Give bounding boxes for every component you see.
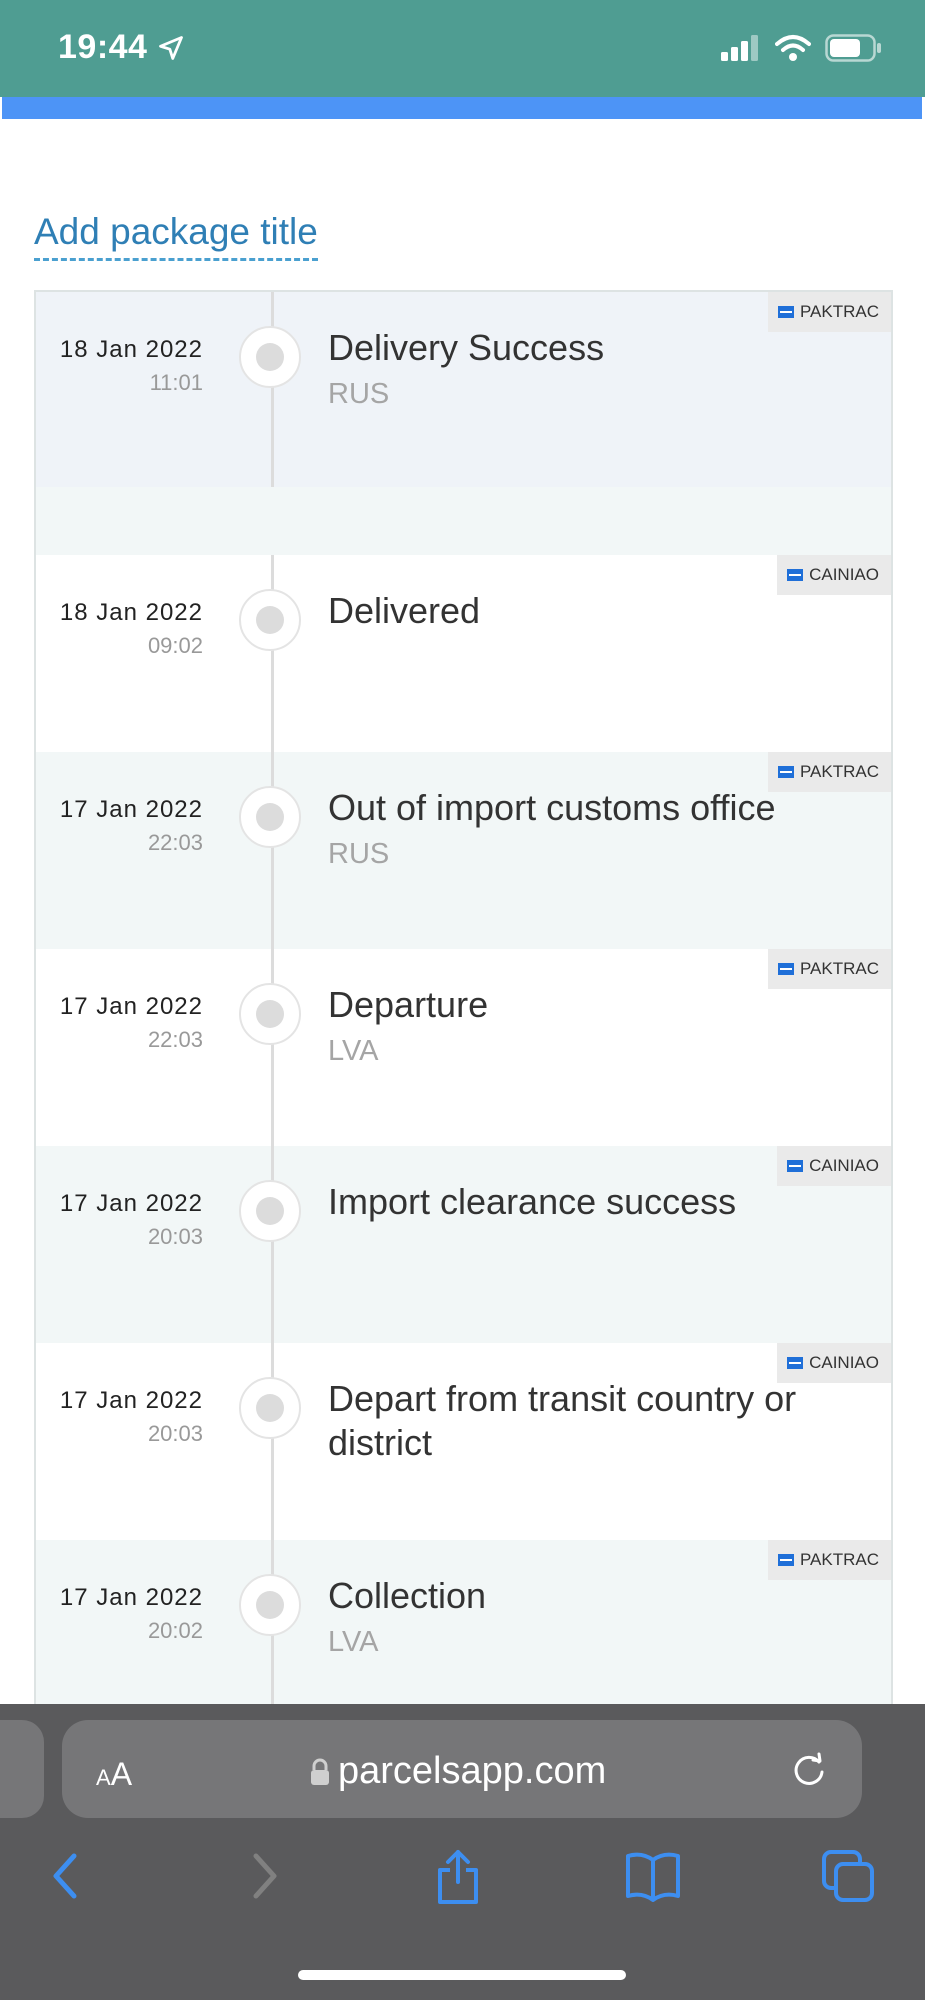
timeline-line xyxy=(271,949,274,1146)
back-icon[interactable] xyxy=(46,1848,86,1904)
event-title: Depart from transit country or district xyxy=(328,1378,797,1463)
timeline-gap xyxy=(36,487,891,555)
timeline-dot xyxy=(239,1377,301,1439)
carrier-badge: PAKTRAC xyxy=(767,1540,891,1580)
signal-icon xyxy=(721,35,758,61)
aa-small: A xyxy=(96,1765,111,1790)
event-title: Import clearance success xyxy=(328,1181,737,1222)
bookmarks-icon[interactable] xyxy=(624,1848,682,1904)
event-date: 17 Jan 2022 xyxy=(59,796,203,823)
timeline-row: 18 Jan 2022 09:02 Delivered CAINIAO xyxy=(36,555,891,752)
event-title: Delivered xyxy=(328,590,481,631)
aa-big: A xyxy=(110,1756,133,1792)
event-title: Delivery Success xyxy=(328,327,605,368)
carrier-name: CAINIAO xyxy=(809,565,879,584)
event-date: 18 Jan 2022 xyxy=(59,336,203,363)
carrier-badge: PAKTRAC xyxy=(767,292,891,332)
event-date: 18 Jan 2022 xyxy=(59,599,203,626)
carrier-flag-icon xyxy=(777,306,794,318)
timeline-line xyxy=(271,292,274,487)
timeline-row: 17 Jan 2022 20:03 Import clearance succe… xyxy=(36,1146,891,1343)
event-date: 17 Jan 2022 xyxy=(59,1584,203,1611)
tracking-timeline: 18 Jan 2022 11:01 Delivery Success RUS P… xyxy=(34,290,893,1706)
event-time: 11:01 xyxy=(149,370,203,395)
event-time: 22:03 xyxy=(147,1027,203,1052)
event-time: 20:03 xyxy=(147,1421,203,1446)
timeline-row: 17 Jan 2022 22:03 Out of import customs … xyxy=(36,752,891,949)
event-title: Collection xyxy=(328,1575,487,1616)
reload-icon[interactable] xyxy=(789,1750,829,1790)
event-title: Out of import customs office xyxy=(328,787,776,828)
progress-bar-accent xyxy=(2,97,922,119)
timeline-dot xyxy=(239,1574,301,1636)
event-location: RUS xyxy=(328,378,390,410)
status-icons xyxy=(721,34,883,62)
timeline-line xyxy=(271,752,274,949)
timeline-row: 17 Jan 2022 20:03 Depart from transit co… xyxy=(36,1343,891,1540)
carrier-badge: CAINIAO xyxy=(777,555,891,595)
event-date: 17 Jan 2022 xyxy=(59,1190,203,1217)
event-location: RUS xyxy=(328,838,390,870)
event-location: LVA xyxy=(328,1626,379,1658)
timeline-row: 17 Jan 2022 22:03 Departure LVA PAKTRAC xyxy=(36,949,891,1146)
timeline-line xyxy=(271,555,274,752)
event-date: 17 Jan 2022 xyxy=(59,1387,203,1414)
timeline-dot xyxy=(239,786,301,848)
status-time: 19:44 xyxy=(58,28,185,67)
url-text: parcelsapp.com xyxy=(338,1750,607,1792)
add-package-title-link[interactable]: Add package title xyxy=(34,210,318,261)
share-icon[interactable] xyxy=(434,1848,482,1904)
carrier-flag-icon xyxy=(777,963,794,975)
carrier-name: PAKTRAC xyxy=(799,762,879,781)
timeline-dot xyxy=(239,589,301,651)
carrier-flag-icon xyxy=(787,1357,804,1369)
timeline-line xyxy=(271,1343,274,1540)
event-time: 09:02 xyxy=(147,633,203,658)
event-date: 17 Jan 2022 xyxy=(59,993,203,1020)
carrier-badge: PAKTRAC xyxy=(767,949,891,989)
reader-options-button[interactable]: AA xyxy=(96,1756,132,1793)
wifi-icon xyxy=(775,35,811,61)
event-time: 22:03 xyxy=(147,830,203,855)
timeline-dot xyxy=(239,1180,301,1242)
event-title: Departure xyxy=(328,984,489,1025)
carrier-name: PAKTRAC xyxy=(799,302,879,321)
carrier-badge: CAINIAO xyxy=(777,1146,891,1186)
event-time: 20:02 xyxy=(147,1618,203,1643)
home-indicator xyxy=(298,1970,626,1980)
event-time: 20:03 xyxy=(147,1224,203,1249)
lock-icon xyxy=(311,1758,329,1785)
status-time-text: 19:44 xyxy=(58,28,148,66)
status-bar: 19:44 xyxy=(0,0,925,97)
carrier-flag-icon xyxy=(777,766,794,778)
carrier-badge: CAINIAO xyxy=(777,1343,891,1383)
carrier-badge: PAKTRAC xyxy=(767,752,891,792)
carrier-flag-icon xyxy=(787,569,804,581)
timeline-row: 18 Jan 2022 11:01 Delivery Success RUS P… xyxy=(36,292,891,489)
forward-icon[interactable] xyxy=(244,1848,284,1904)
previous-tab-preview[interactable] xyxy=(0,1720,44,1818)
timeline-line xyxy=(271,1146,274,1343)
carrier-name: PAKTRAC xyxy=(799,1550,879,1569)
url-display[interactable]: parcelsapp.com xyxy=(310,1750,606,1793)
timeline-dot xyxy=(239,326,301,388)
carrier-flag-icon xyxy=(777,1554,794,1566)
carrier-name: CAINIAO xyxy=(809,1353,879,1372)
tabs-icon[interactable] xyxy=(820,1848,876,1904)
location-arrow-icon xyxy=(159,35,184,60)
carrier-name: CAINIAO xyxy=(809,1156,879,1175)
carrier-name: PAKTRAC xyxy=(799,959,879,978)
event-location: LVA xyxy=(328,1035,379,1067)
battery-icon xyxy=(825,34,881,62)
carrier-flag-icon xyxy=(787,1160,804,1172)
timeline-row: 17 Jan 2022 20:02 Collection LVA PAKTRAC xyxy=(36,1540,891,1706)
timeline-dot xyxy=(239,983,301,1045)
